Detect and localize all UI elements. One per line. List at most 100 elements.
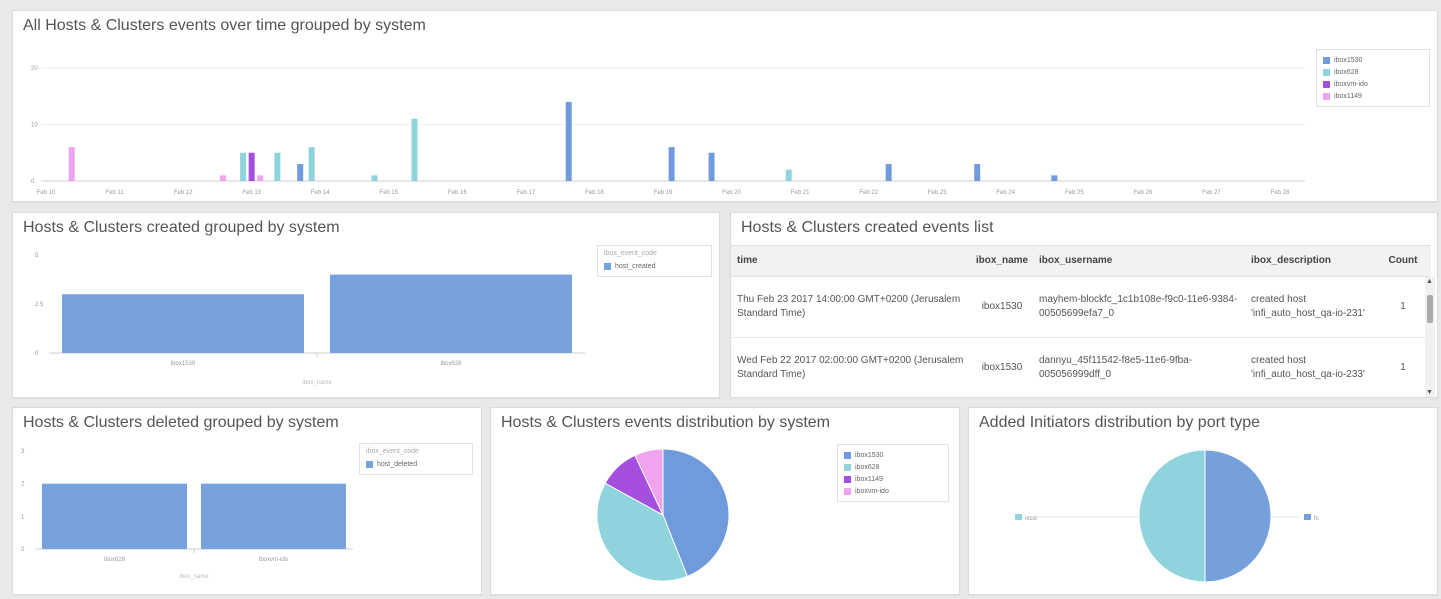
bar-ibox1530 [297, 164, 304, 181]
table-header: time ibox_name ibox_username ibox_descri… [731, 245, 1431, 277]
y-tick-label: 1 [21, 514, 25, 520]
cell-ibox-username: mayhem-blockfc_1c1b108e-f9c0-11e6-9384-0… [1039, 294, 1238, 319]
column-header-ibox-description[interactable]: ibox_description [1247, 254, 1383, 268]
table-row[interactable]: Thu Feb 23 2017 14:00:00 GMT+0200 (Jerus… [731, 277, 1431, 338]
legend-label: ibox1530 [1334, 56, 1363, 64]
x-tick-label: Feb 24 [996, 190, 1015, 196]
hosts-deleted-legend[interactable]: ibox_event_code host_deleted [359, 443, 473, 475]
legend-item[interactable]: iboxvm-ido [844, 485, 942, 497]
table-row[interactable]: Wed Feb 22 2017 02:00:00 GMT+0200 (Jerus… [731, 338, 1431, 399]
bar-ibox1530 [885, 164, 892, 181]
x-tick-label: Feb 27 [1202, 190, 1221, 196]
legend-label: host_deleted [377, 460, 418, 468]
column-header-time[interactable]: time [731, 254, 969, 268]
scroll-down-icon[interactable]: ▼ [1426, 389, 1433, 396]
bar-ibox1530 [1051, 175, 1058, 181]
legend-item[interactable]: ibox628 [1323, 66, 1423, 78]
x-tick-label: Feb 15 [379, 190, 398, 196]
legend-swatch [844, 487, 851, 495]
initiators-distribution-panel: Added Initiators distribution by port ty… [968, 407, 1438, 595]
x-tick-label: Feb 26 [1134, 190, 1153, 196]
table-scrollbar[interactable]: ▲ ▼ [1425, 277, 1435, 397]
bar-ibox1530 [974, 164, 981, 181]
created-events-list-panel: Hosts & Clusters created events list tim… [730, 212, 1438, 399]
scroll-up-icon[interactable]: ▲ [1426, 278, 1433, 285]
bar-ibox628 [308, 147, 315, 181]
cell-ibox-description: created host 'infi_auto_host_qa-io-231' [1251, 294, 1365, 319]
hosts-deleted-chart[interactable]: 0 1 2 3 ibox628 iboxvm-ido ibox_name [13, 408, 363, 593]
x-tick-label: Feb 20 [722, 190, 741, 196]
events-over-time-legend[interactable]: ibox1530 ibox628 iboxvm-ido ibox1149 [1316, 49, 1430, 107]
legend-swatch-fc [1304, 514, 1311, 520]
bar-ibox628 [274, 152, 281, 181]
x-tick-label: ibox1530 [171, 361, 196, 367]
column-header-ibox-username[interactable]: ibox_username [1035, 254, 1247, 268]
legend-label: ibox628 [855, 463, 880, 471]
bar-ibox628 [240, 152, 247, 181]
cell-ibox-name: ibox1530 [981, 301, 1023, 312]
x-tick-label: Feb 17 [517, 190, 536, 196]
events-distribution-pie[interactable] [491, 408, 841, 593]
bar-ibox628 [785, 169, 792, 181]
legend-label: ibox1149 [1334, 92, 1362, 100]
hosts-created-chart[interactable]: 0 2.5 5 ibox1530 ibox628 ibox_name [13, 213, 603, 393]
cell-count: 1 [1400, 362, 1406, 373]
bar-ibox1149 [257, 175, 264, 181]
legend-item[interactable]: host_deleted [366, 458, 466, 470]
x-tick-label: ibox628 [104, 557, 126, 563]
initiators-distribution-pie[interactable]: iscsi fc [969, 408, 1439, 593]
legend-swatch [844, 463, 851, 471]
x-tick-label: iboxvm-ido [259, 557, 289, 563]
cell-time: Wed Feb 22 2017 02:00:00 GMT+0200 (Jerus… [737, 355, 964, 380]
x-tick-label: Feb 16 [448, 190, 467, 196]
legend-item[interactable]: host_created [604, 260, 705, 272]
bar-iboxvm-ido [201, 483, 346, 549]
x-tick-label: Feb 22 [859, 190, 878, 196]
legend-swatch [366, 460, 373, 468]
legend-label: iboxvm-ido [855, 487, 889, 495]
legend-item[interactable]: ibox1149 [1323, 90, 1423, 102]
events-over-time-chart[interactable]: 0 10 20 Feb 10 Feb 11 Feb 12 Feb 13 Feb 14 Feb 1… [13, 21, 1313, 201]
hosts-created-legend[interactable]: ibox_event_code host_created [597, 245, 712, 277]
legend-item[interactable]: ibox628 [844, 461, 942, 473]
legend-swatch-iscsi [1015, 514, 1022, 520]
x-tick-label: Feb 25 [1065, 190, 1084, 196]
legend-label: iboxvm-ido [1334, 80, 1368, 88]
events-over-time-panel: All Hosts & Clusters events over time gr… [12, 10, 1438, 202]
y-tick-label: 0 [31, 179, 35, 185]
x-tick-label: Feb 12 [174, 190, 193, 196]
legend-item[interactable]: ibox1530 [1323, 54, 1423, 66]
y-tick-label: 2 [21, 482, 25, 488]
x-tick-label: Feb 10 [37, 190, 56, 196]
y-tick-label: 3 [21, 449, 25, 455]
events-distribution-legend[interactable]: ibox1530 ibox628 ibox1149 iboxvm-ido [837, 444, 949, 502]
y-tick-label: 2.5 [35, 302, 44, 308]
events-distribution-panel: Hosts & Clusters events distribution by … [490, 407, 960, 595]
legend-item[interactable]: iboxvm-ido [1323, 78, 1423, 90]
pie-label-iscsi: iscsi [1025, 516, 1037, 522]
x-tick-label: ibox628 [440, 361, 462, 367]
column-header-count[interactable]: Count [1383, 254, 1423, 268]
x-tick-label: Feb 21 [791, 190, 810, 196]
bar-ibox1530 [565, 101, 572, 181]
cell-ibox-description: created host 'infi_auto_host_qa-io-233' [1251, 355, 1365, 380]
cell-time: Thu Feb 23 2017 14:00:00 GMT+0200 (Jerus… [737, 294, 961, 319]
column-header-ibox-name[interactable]: ibox_name [969, 254, 1035, 268]
legend-swatch [604, 262, 611, 270]
pie-slice-fc [1204, 449, 1272, 583]
legend-item[interactable]: ibox1530 [844, 449, 942, 461]
bar-ibox628 [330, 274, 572, 353]
y-tick-label: 20 [31, 66, 38, 72]
cell-count: 1 [1400, 301, 1406, 312]
y-tick-label: 0 [35, 351, 39, 357]
legend-item[interactable]: ibox1149 [844, 473, 942, 485]
pie-slice-iscsi [1138, 449, 1206, 583]
bar-ibox628 [371, 175, 378, 181]
legend-label: ibox1149 [855, 475, 883, 483]
created-events-list-title: Hosts & Clusters created events list [741, 219, 994, 236]
bar-ibox1149 [68, 147, 75, 181]
bar-iboxvm-ido [248, 152, 255, 181]
x-tick-label: Feb 14 [311, 190, 330, 196]
scrollbar-thumb[interactable] [1427, 295, 1433, 323]
bar-ibox628 [42, 483, 187, 549]
